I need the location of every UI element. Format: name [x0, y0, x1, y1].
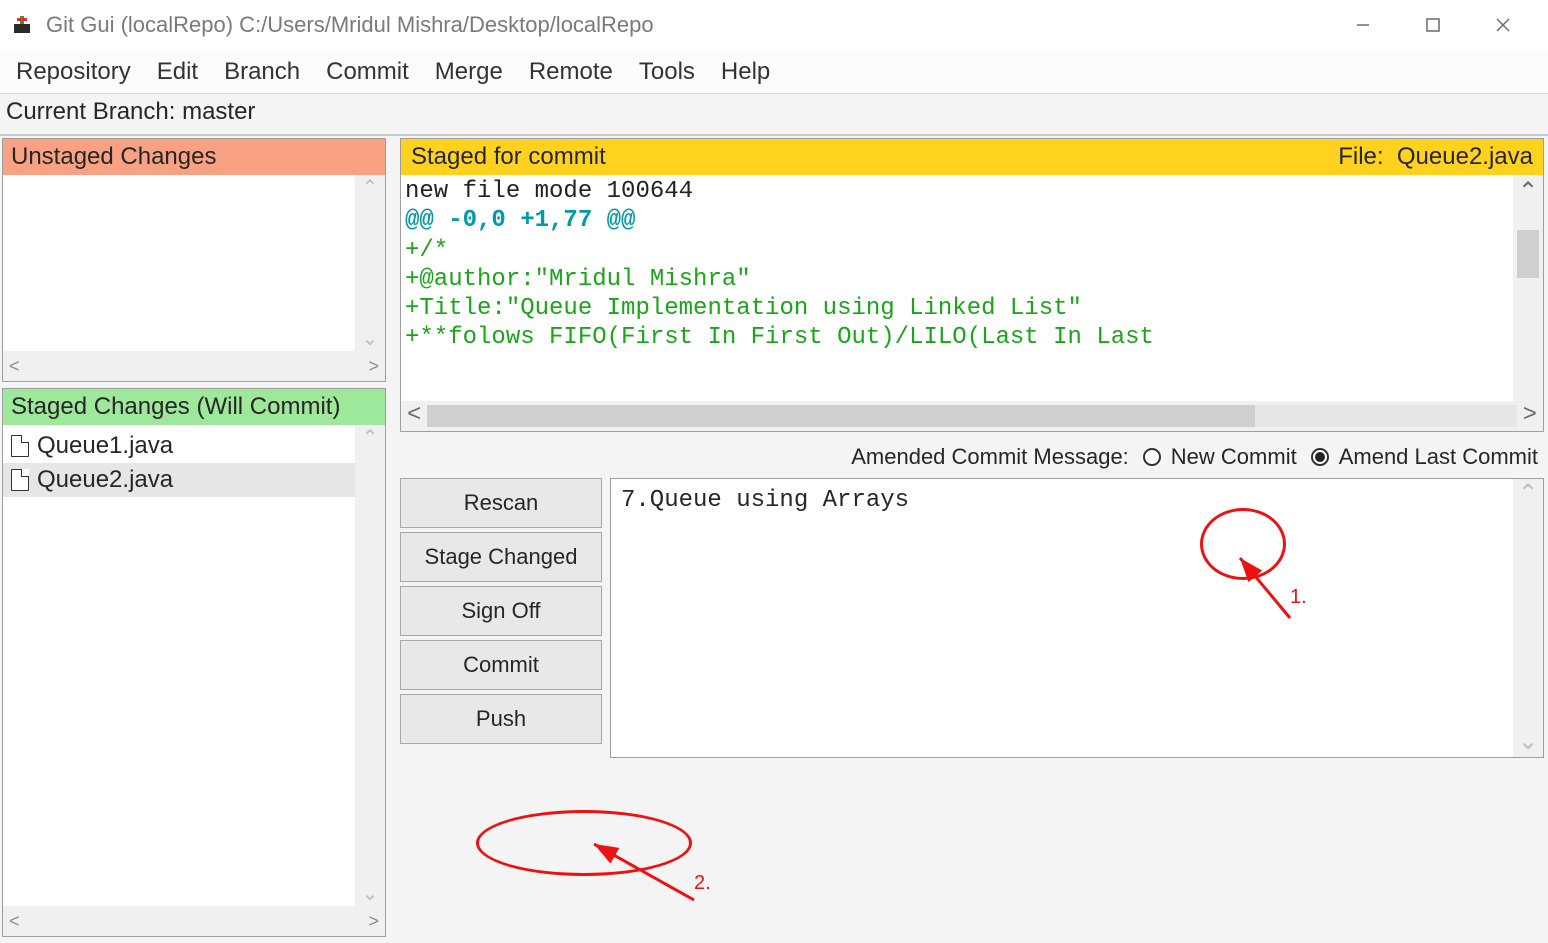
scroll-right-icon[interactable]: > [1523, 401, 1537, 430]
diff-panel: Staged for commit File: Queue2.java new … [400, 138, 1544, 432]
scroll-up-icon[interactable]: ⌃ [362, 175, 379, 200]
scroll-up-icon[interactable]: ⌃ [1518, 179, 1538, 208]
diff-file-label: File: [1338, 143, 1383, 171]
menu-remote[interactable]: Remote [529, 58, 613, 86]
stage-changed-button[interactable]: Stage Changed [400, 532, 602, 582]
unstaged-header: Unstaged Changes [3, 139, 385, 175]
diff-vscrollbar[interactable]: ⌃ [1513, 175, 1543, 401]
menu-commit[interactable]: Commit [326, 58, 409, 86]
minimize-button[interactable] [1328, 0, 1398, 50]
scroll-right-icon[interactable]: > [368, 911, 379, 932]
rescan-button[interactable]: Rescan [400, 478, 602, 528]
scroll-thumb[interactable] [1517, 230, 1539, 278]
diff-file-name: Queue2.java [1397, 143, 1533, 171]
menu-merge[interactable]: Merge [435, 58, 503, 86]
staged-file-name: Queue2.java [37, 466, 173, 494]
radio-amend-last[interactable] [1311, 448, 1329, 466]
staged-file-row[interactable]: Queue2.java [3, 463, 385, 497]
commit-options-row: Amended Commit Message: New Commit Amend… [400, 440, 1544, 478]
window-titlebar: Git Gui (localRepo) C:/Users/Mridul Mish… [0, 0, 1548, 50]
staged-header: Staged Changes (Will Commit) [3, 389, 385, 425]
scroll-up-icon[interactable]: ⌃ [1518, 479, 1538, 509]
push-button[interactable]: Push [400, 694, 602, 744]
scroll-down-icon[interactable]: ⌄ [362, 326, 379, 351]
file-icon [11, 435, 29, 457]
diff-view[interactable]: new file mode 100644 @@ -0,0 +1,77 @@ +/… [401, 175, 1543, 431]
diff-line: @@ -0,0 +1,77 @@ [405, 206, 1543, 235]
menu-help[interactable]: Help [721, 58, 770, 86]
scroll-left-icon[interactable]: < [407, 401, 421, 430]
app-icon [10, 13, 34, 37]
scroll-down-icon[interactable]: ⌄ [1518, 727, 1538, 757]
scroll-left-icon[interactable]: < [9, 911, 20, 932]
commit-button[interactable]: Commit [400, 640, 602, 690]
diff-line: +**folows FIFO(First In First Out)/LILO(… [405, 323, 1543, 352]
file-icon [11, 469, 29, 491]
action-button-column: Rescan Stage Changed Sign Off Commit Pus… [400, 478, 602, 758]
menu-repository[interactable]: Repository [16, 58, 131, 86]
diff-line: +@author:"Mridul Mishra" [405, 265, 1543, 294]
staged-panel: Staged Changes (Will Commit) Queue1.java… [2, 388, 386, 937]
unstaged-hscrollbar[interactable]: < > [3, 351, 385, 381]
menu-branch[interactable]: Branch [224, 58, 300, 86]
radio-new-commit[interactable] [1143, 448, 1161, 466]
menu-edit[interactable]: Edit [157, 58, 198, 86]
staged-file-name: Queue1.java [37, 432, 173, 460]
menu-tools[interactable]: Tools [639, 58, 695, 86]
current-branch-name: master [182, 98, 255, 125]
commit-message-input[interactable]: 7.Queue using Arrays ⌃ ⌄ [610, 478, 1544, 758]
staged-list[interactable]: Queue1.java Queue2.java ⌃ ⌄ < > [3, 425, 385, 936]
scroll-track[interactable] [427, 405, 1516, 427]
diff-line: +/* [405, 236, 1543, 265]
scroll-down-icon[interactable]: ⌄ [362, 881, 379, 906]
sign-off-button[interactable]: Sign Off [400, 586, 602, 636]
close-button[interactable] [1468, 0, 1538, 50]
staged-vscrollbar[interactable]: ⌃ ⌄ [355, 425, 385, 906]
scroll-left-icon[interactable]: < [9, 356, 20, 377]
commit-message-text: 7.Queue using Arrays [621, 487, 909, 514]
current-branch-label: Current Branch: [6, 98, 182, 125]
maximize-button[interactable] [1398, 0, 1468, 50]
current-branch-row: Current Branch: master [0, 94, 1548, 136]
staged-hscrollbar[interactable]: < > [3, 906, 385, 936]
radio-new-commit-label[interactable]: New Commit [1171, 444, 1297, 470]
unstaged-panel: Unstaged Changes ⌃ ⌄ < > [2, 138, 386, 382]
diff-header-title: Staged for commit [411, 143, 606, 171]
diff-line: new file mode 100644 [405, 177, 1543, 206]
commit-message-vscrollbar[interactable]: ⌃ ⌄ [1513, 479, 1543, 757]
scroll-up-icon[interactable]: ⌃ [362, 425, 379, 450]
staged-file-row[interactable]: Queue1.java [3, 429, 385, 463]
radio-amend-last-label[interactable]: Amend Last Commit [1339, 444, 1538, 470]
unstaged-vscrollbar[interactable]: ⌃ ⌄ [355, 175, 385, 351]
scroll-right-icon[interactable]: > [368, 356, 379, 377]
menu-bar: Repository Edit Branch Commit Merge Remo… [0, 50, 1548, 94]
window-title: Git Gui (localRepo) C:/Users/Mridul Mish… [46, 12, 1328, 38]
diff-line: +Title:"Queue Implementation using Linke… [405, 294, 1543, 323]
window-controls [1328, 0, 1538, 50]
diff-hscrollbar[interactable]: < > [401, 401, 1543, 431]
diff-header: Staged for commit File: Queue2.java [401, 139, 1543, 175]
unstaged-list[interactable]: ⌃ ⌄ < > [3, 175, 385, 381]
commit-message-label: Amended Commit Message: [851, 444, 1129, 470]
scroll-thumb[interactable] [427, 405, 1255, 427]
